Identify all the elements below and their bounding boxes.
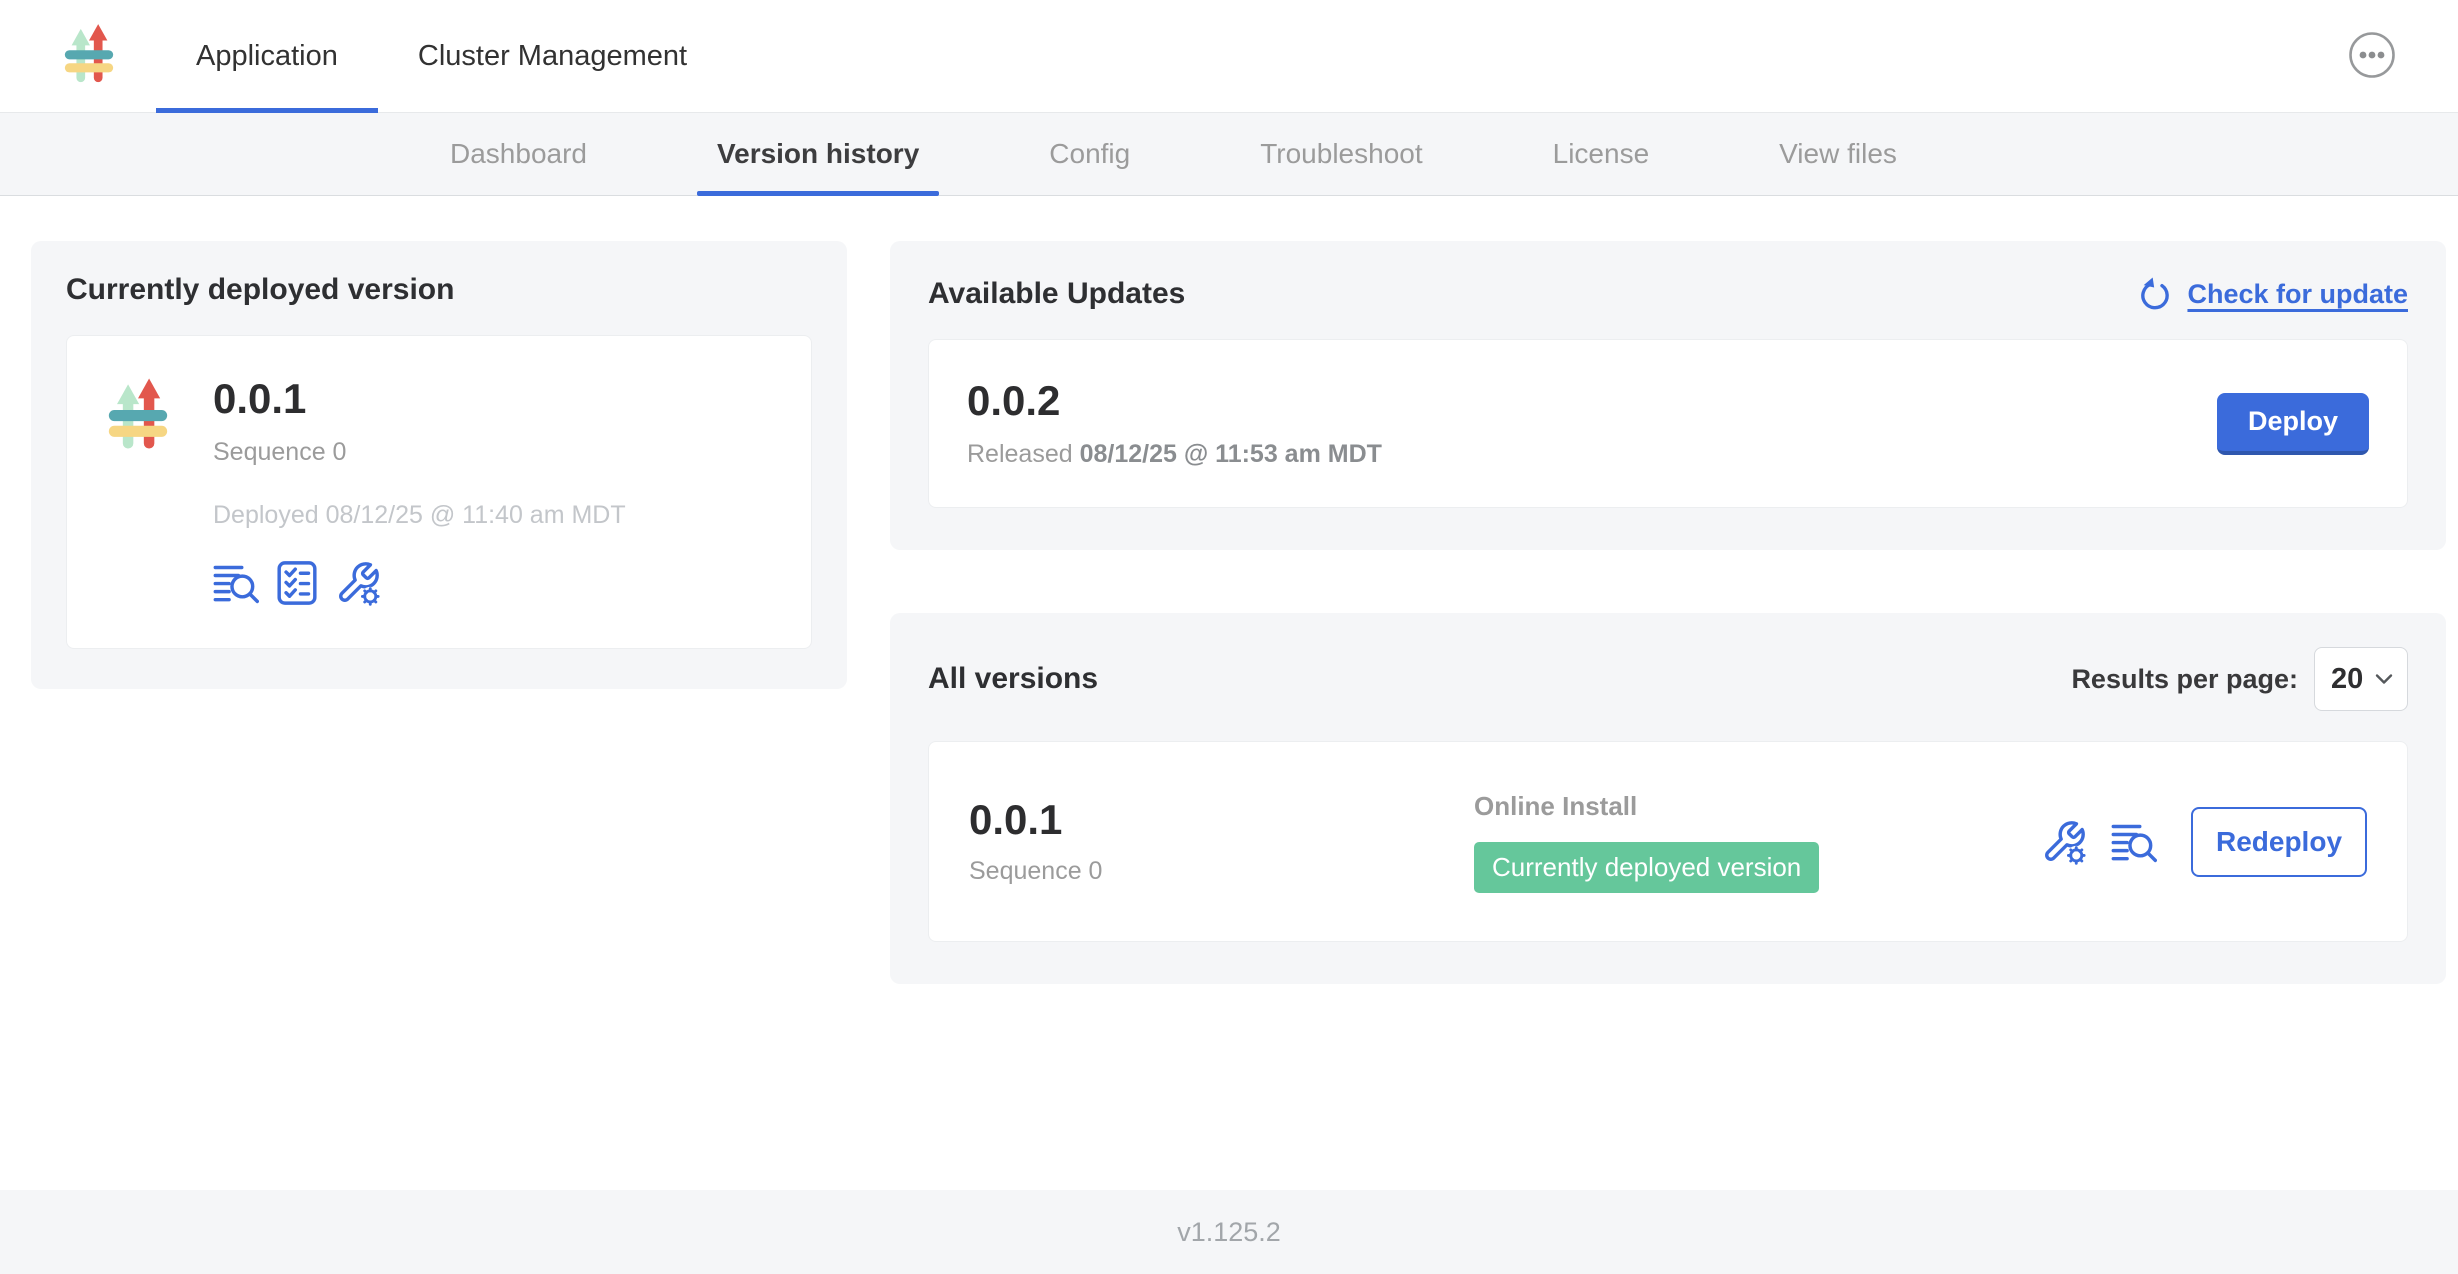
view-logs-icon[interactable] <box>2111 821 2157 863</box>
row-actions: Redeploy <box>2041 807 2367 877</box>
released-timestamp: 08/12/25 @ 11:53 am MDT <box>1080 440 1382 468</box>
deployed-version-actions <box>213 560 773 606</box>
tab-license[interactable]: License <box>1533 113 1670 195</box>
available-updates-title: Available Updates <box>928 277 1185 311</box>
update-card: 0.0.2 Released 08/12/25 @ 11:53 am MDT D… <box>928 339 2408 508</box>
row-install-type: Online Install <box>1474 791 2041 822</box>
update-released-line: Released 08/12/25 @ 11:53 am MDT <box>967 440 1382 469</box>
tab-dashboard-label: Dashboard <box>450 138 587 170</box>
app-subnav: Dashboard Version history Config Trouble… <box>0 113 2458 196</box>
edit-config-icon[interactable] <box>335 560 381 606</box>
tab-cluster-management-label: Cluster Management <box>418 40 687 73</box>
tab-version-history-label: Version history <box>717 138 919 170</box>
version-row: 0.0.1 Sequence 0 Online Install Currentl… <box>928 741 2408 942</box>
row-version-number: 0.0.1 <box>969 797 1474 843</box>
top-tabs: Application Cluster Management <box>156 0 727 112</box>
tab-application[interactable]: Application <box>156 0 378 112</box>
tab-dashboard[interactable]: Dashboard <box>430 113 607 195</box>
app-logo-icon <box>60 24 118 88</box>
console-version: v1.125.2 <box>1177 1217 1281 1248</box>
right-column: Available Updates Check for update 0.0.2 <box>890 241 2446 984</box>
ellipsis-menu-icon[interactable] <box>2348 31 2396 79</box>
row-version-info: 0.0.1 Sequence 0 <box>969 797 1474 886</box>
deployed-sequence: Sequence 0 <box>213 438 773 467</box>
check-for-update-link[interactable]: Check for update <box>2136 275 2408 313</box>
deploy-button[interactable]: Deploy <box>2217 393 2369 455</box>
tab-view-files-label: View files <box>1779 138 1897 170</box>
tab-license-label: License <box>1553 138 1650 170</box>
currently-deployed-title: Currently deployed version <box>66 273 812 307</box>
refresh-icon <box>2136 275 2174 313</box>
deployed-version-number: 0.0.1 <box>213 376 773 422</box>
deployed-version-card: 0.0.1 Sequence 0 Deployed 08/12/25 @ 11:… <box>66 335 812 649</box>
tab-view-files[interactable]: View files <box>1759 113 1917 195</box>
currently-deployed-panel: Currently deployed version 0.0.1 Sequenc… <box>31 241 847 689</box>
update-version-number: 0.0.2 <box>967 378 1382 424</box>
deployed-timestamp: Deployed 08/12/25 @ 11:40 am MDT <box>213 501 773 530</box>
app-logo-icon <box>103 378 173 456</box>
results-per-page-value: 20 <box>2331 663 2363 696</box>
tab-troubleshoot-label: Troubleshoot <box>1260 138 1422 170</box>
chevron-down-icon <box>2375 672 2393 686</box>
edit-config-icon[interactable] <box>2041 819 2087 865</box>
tab-config-label: Config <box>1049 138 1130 170</box>
view-logs-icon[interactable] <box>213 562 259 604</box>
tab-version-history[interactable]: Version history <box>697 113 939 195</box>
check-for-update-label: Check for update <box>2187 279 2408 310</box>
results-per-page: Results per page: 20 <box>2071 647 2408 711</box>
tab-cluster-management[interactable]: Cluster Management <box>378 0 727 112</box>
all-versions-header: All versions Results per page: 20 <box>928 647 2408 711</box>
tab-config[interactable]: Config <box>1029 113 1150 195</box>
top-navbar: Application Cluster Management <box>0 0 2458 113</box>
all-versions-panel: All versions Results per page: 20 <box>890 613 2446 984</box>
available-updates-panel: Available Updates Check for update 0.0.2 <box>890 241 2446 550</box>
row-sequence: Sequence 0 <box>969 857 1474 886</box>
preflight-checks-icon[interactable] <box>276 560 318 606</box>
results-per-page-label: Results per page: <box>2071 664 2298 695</box>
available-updates-header: Available Updates Check for update <box>928 275 2408 313</box>
redeploy-button[interactable]: Redeploy <box>2191 807 2367 877</box>
row-status-info: Online Install Currently deployed versio… <box>1474 791 2041 893</box>
all-versions-title: All versions <box>928 662 1098 696</box>
footer: v1.125.2 <box>0 1190 2458 1274</box>
tab-troubleshoot[interactable]: Troubleshoot <box>1240 113 1442 195</box>
deployed-version-details: 0.0.1 Sequence 0 Deployed 08/12/25 @ 11:… <box>213 376 773 606</box>
currently-deployed-badge: Currently deployed version <box>1474 842 1819 893</box>
tab-application-label: Application <box>196 40 338 73</box>
update-details: 0.0.2 Released 08/12/25 @ 11:53 am MDT <box>967 378 1382 469</box>
results-per-page-select[interactable]: 20 <box>2314 647 2408 711</box>
released-label: Released <box>967 440 1073 468</box>
app-logo-icon <box>60 24 118 88</box>
main-content: Currently deployed version 0.0.1 Sequenc… <box>0 196 2458 1190</box>
